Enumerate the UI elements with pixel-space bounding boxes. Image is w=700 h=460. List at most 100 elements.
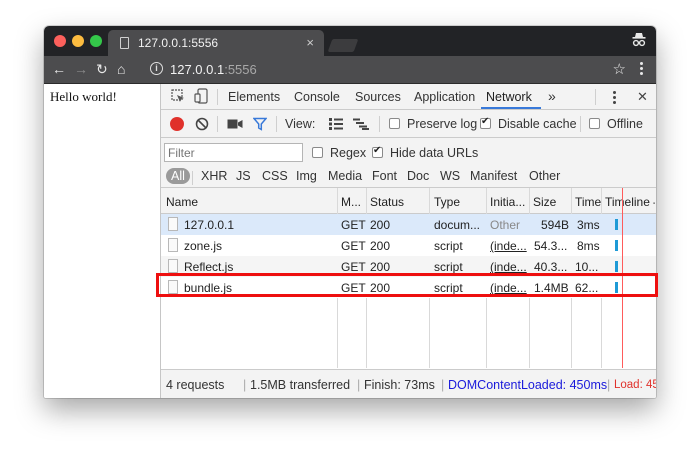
request-method: GET: [341, 239, 366, 253]
star-icon[interactable]: ☆: [613, 60, 626, 78]
large-rows-icon[interactable]: [329, 118, 343, 130]
browser-window: 127.0.0.1:5556 × ← → ↻ ⌂ i 127.0.0.1:555…: [44, 26, 656, 398]
request-status: 200: [370, 260, 391, 274]
minimize-window-button[interactable]: [72, 35, 84, 47]
forward-icon[interactable]: →: [74, 61, 88, 77]
address-bar[interactable]: i 127.0.0.1:5556: [150, 60, 612, 80]
type-filter-all[interactable]: All: [166, 168, 190, 184]
type-filter-media[interactable]: Media: [323, 168, 367, 184]
column-type[interactable]: Type: [434, 195, 460, 209]
type-filter-manifest[interactable]: Manifest: [465, 168, 522, 184]
close-window-button[interactable]: [54, 35, 66, 47]
status-divider: |: [357, 378, 361, 392]
toolbar-divider: [217, 116, 218, 132]
request-initiator[interactable]: (inde...: [490, 260, 527, 274]
type-filter-xhr[interactable]: XHR: [196, 168, 232, 184]
browser-toolbar: ← → ↻ ⌂ i 127.0.0.1:5556 ☆: [44, 56, 656, 84]
type-filter-css[interactable]: CSS: [257, 168, 293, 184]
type-filter-other[interactable]: Other: [524, 168, 565, 184]
menu-icon[interactable]: [640, 62, 644, 77]
highlight-box: [156, 273, 658, 297]
disable-cache-label: Disable cache: [498, 117, 577, 131]
table-row[interactable]: 127.0.0.1 GET 200 docum... Other 594B 3m…: [161, 214, 656, 235]
request-initiator: Other: [490, 218, 521, 232]
tab-elements[interactable]: Elements: [228, 90, 280, 104]
status-divider: |: [243, 378, 247, 392]
tab-title: 127.0.0.1:5556: [138, 36, 219, 50]
waterfall-bar: [615, 261, 618, 272]
filter-bar: Regex Hide data URLs All XHR JS CSS Img …: [161, 138, 656, 188]
overview-icon[interactable]: [353, 118, 369, 130]
hide-data-urls-checkbox[interactable]: [372, 145, 383, 158]
inspect-element-icon[interactable]: [171, 89, 185, 103]
table-row[interactable]: zone.js GET 200 script (inde... 54.3... …: [161, 235, 656, 256]
device-toolbar-icon[interactable]: [194, 88, 208, 104]
request-type: script: [434, 239, 463, 253]
type-filter-doc[interactable]: Doc: [402, 168, 434, 184]
request-time: 10...: [575, 260, 599, 274]
toolbar-divider: [217, 89, 218, 105]
status-dcl: DOMContentLoaded: 450ms: [448, 378, 608, 392]
clear-icon[interactable]: [195, 117, 209, 131]
page-icon: [120, 37, 129, 49]
tab-network[interactable]: Network: [486, 90, 532, 104]
close-devtools-icon[interactable]: ✕: [637, 89, 648, 105]
tab-sources[interactable]: Sources: [355, 90, 401, 104]
column-time[interactable]: Time: [575, 195, 601, 209]
tab-strip: 127.0.0.1:5556 ×: [44, 26, 656, 56]
active-tab-indicator: [481, 107, 541, 109]
request-size: 594B: [541, 218, 570, 232]
type-filter-font[interactable]: Font: [367, 168, 402, 184]
filter-input[interactable]: [164, 143, 303, 162]
reload-icon[interactable]: ↻: [96, 61, 108, 77]
column-method[interactable]: M...: [341, 195, 361, 209]
preserve-log-checkbox[interactable]: [389, 118, 400, 129]
tab-application[interactable]: Application: [414, 90, 475, 104]
capture-screenshots-icon[interactable]: [227, 118, 243, 130]
request-type: docum...: [434, 218, 481, 232]
home-icon[interactable]: ⌂: [117, 61, 125, 77]
network-toolbar: View: Preserve log Disable cache Offline: [161, 110, 656, 138]
type-filter-ws[interactable]: WS: [435, 168, 465, 184]
toolbar-divider: [192, 171, 193, 185]
request-method: GET: [341, 218, 366, 232]
column-name[interactable]: Name: [166, 195, 198, 209]
request-size: 40.3...: [534, 260, 568, 274]
column-timeline[interactable]: Timeline – S: [605, 195, 655, 209]
info-icon[interactable]: i: [150, 62, 163, 75]
column-status[interactable]: Status: [370, 195, 404, 209]
request-time: 8ms: [577, 239, 600, 253]
column-initiator[interactable]: Initia...: [490, 195, 525, 209]
request-type: script: [434, 260, 463, 274]
filter-icon[interactable]: [253, 117, 267, 131]
type-filter-js[interactable]: JS: [231, 168, 256, 184]
devtools-menu-icon[interactable]: [613, 91, 616, 104]
regex-label: Regex: [330, 146, 367, 160]
toolbar-divider: [276, 116, 277, 132]
offline-checkbox[interactable]: [589, 118, 600, 129]
incognito-icon[interactable]: [632, 32, 646, 48]
requests-table-header: Name M... Status Type Initia... Size Tim…: [161, 188, 656, 214]
more-tabs-icon[interactable]: »: [548, 88, 556, 104]
request-name: zone.js: [184, 239, 223, 253]
toolbar-divider: [580, 116, 581, 132]
tab-close-icon[interactable]: ×: [306, 35, 314, 50]
record-icon[interactable]: [170, 117, 184, 131]
document-icon: [168, 259, 178, 273]
type-filter-img[interactable]: Img: [291, 168, 322, 184]
page-viewport: Hello world!: [44, 84, 160, 398]
request-name: 127.0.0.1: [184, 218, 235, 232]
browser-tab[interactable]: 127.0.0.1:5556 ×: [108, 30, 324, 56]
request-initiator[interactable]: (inde...: [490, 239, 527, 253]
status-transferred: 1.5MB transferred: [250, 378, 351, 392]
status-divider: |: [441, 378, 445, 392]
request-name: Reflect.js: [184, 260, 234, 274]
column-size[interactable]: Size: [533, 195, 556, 209]
tab-console[interactable]: Console: [294, 90, 340, 104]
status-load: Load: 450ms: [614, 379, 656, 391]
disable-cache-checkbox[interactable]: [480, 116, 491, 129]
zoom-window-button[interactable]: [90, 35, 102, 47]
back-icon[interactable]: ←: [52, 61, 66, 77]
new-tab-button[interactable]: [327, 39, 359, 52]
regex-checkbox[interactable]: [312, 147, 323, 158]
